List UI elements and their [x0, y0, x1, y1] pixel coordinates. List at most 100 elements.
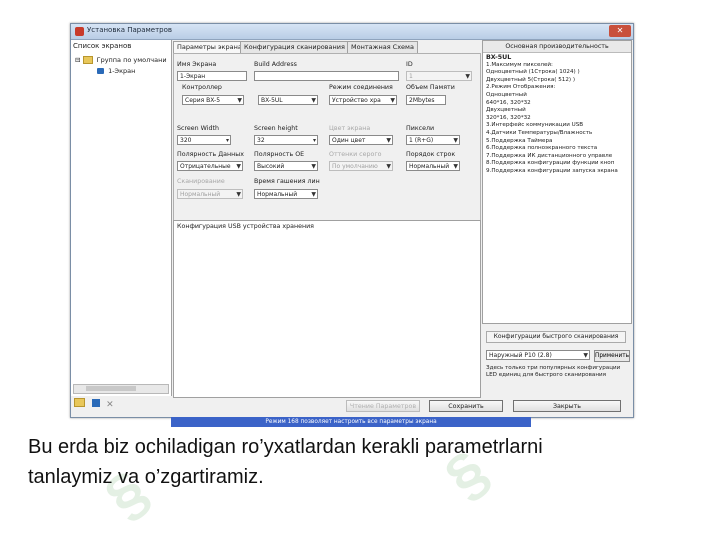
- title-bar: Установка Параметров ✕: [71, 24, 633, 40]
- row-order-label: Порядок строк: [406, 151, 456, 158]
- scan-extra-value: Нормальный: [180, 191, 221, 198]
- connection-mode-label: Режим соединения: [329, 84, 393, 91]
- status-bar: Режим 168 позволяет настроить все параме…: [171, 417, 531, 427]
- screen-width-value: 320: [180, 137, 192, 144]
- info-line: 8.Поддержка конфигурации функции кноп: [486, 160, 615, 167]
- save-button[interactable]: Сохранить: [429, 400, 503, 412]
- fast-scan-note: Здесь только три популярных конфигурации…: [486, 365, 621, 378]
- chevron-down-icon: ▼: [583, 352, 588, 359]
- screen-height-label: Screen height: [254, 125, 298, 132]
- apply-button[interactable]: Применить: [594, 350, 630, 362]
- oe-polarity-select[interactable]: Высокий ▼: [254, 161, 318, 171]
- chevron-down-icon: ▼: [237, 97, 242, 104]
- folder-icon: [82, 56, 93, 64]
- usb-config-panel: Конфигурация USB устройства хранения: [173, 220, 481, 398]
- tree-group-label: Группа по умолчани: [96, 56, 167, 64]
- slide-caption: Bu erda biz ochiladigan ro’yxatlardan ke…: [28, 432, 708, 492]
- fast-scan-select[interactable]: Наружный P10 (2.8) ▼: [486, 350, 590, 360]
- pixels-label: Пиксели: [406, 125, 435, 132]
- info-line: 5.Поддержка Таймера: [486, 137, 553, 144]
- settings-window: Установка Параметров ✕ Список экранов ⊟ …: [70, 23, 634, 427]
- info-line: Двухцветный 5(Строка( 512) ): [486, 76, 576, 83]
- data-polarity-select[interactable]: Отрицательные ▼: [177, 161, 243, 171]
- screen-params-panel: Имя Экрана 1-Экран Build Address ID 1 ▼ К…: [173, 53, 481, 221]
- tree-group-default[interactable]: ⊟ Группа по умолчани: [75, 56, 167, 64]
- gray-scale-select[interactable]: По умолчанию ▼: [329, 161, 393, 171]
- info-line: 4.Датчики Температуры/Влажность: [486, 129, 593, 136]
- spinner-icon[interactable]: ▾: [226, 136, 229, 144]
- memory-label: Объем Памяти: [406, 84, 455, 91]
- info-line: 2.Режим Отображения:: [486, 84, 556, 91]
- gray-scale-value: По умолчанию: [332, 163, 378, 170]
- fast-scan-title: Конфигурации быстрого сканирования: [486, 331, 626, 343]
- tree-screen-1[interactable]: 1-Экран: [97, 67, 135, 75]
- id-label: ID: [406, 61, 413, 68]
- screen-name-label: Имя Экрана: [177, 61, 217, 68]
- chevron-down-icon: ▼: [453, 163, 458, 170]
- info-line: 6.Поддержка полноэкранного текста: [486, 145, 598, 152]
- row-order-select[interactable]: Нормальный ▼: [406, 161, 460, 171]
- chevron-down-icon: ▼: [453, 137, 458, 144]
- controller-series-value: Серия BX-5: [185, 97, 221, 104]
- data-polarity-value: Отрицательные: [180, 163, 231, 170]
- tab-scan-config[interactable]: Конфигурация сканирования: [240, 41, 349, 53]
- id-value: 1: [409, 73, 413, 80]
- scan-extra-label: Сканирование: [177, 178, 225, 185]
- pixels-value: 1 (R+G): [409, 137, 434, 144]
- tab-wiring[interactable]: Монтажная Схема: [347, 41, 418, 53]
- performance-title: Основная производительность: [483, 41, 631, 53]
- connection-mode-value: Устройство хра: [332, 97, 381, 104]
- dim-time-label: Время гашения лин: [254, 178, 320, 185]
- build-address-label: Build Address: [254, 61, 297, 68]
- tree-expander[interactable]: ⊟: [75, 56, 80, 64]
- chevron-down-icon: ▼: [311, 191, 316, 198]
- oe-polarity-value: Высокий: [257, 163, 285, 170]
- dim-time-value: Нормальный: [257, 191, 298, 198]
- dialog-buttons: Чтение Параметров Сохранить Закрыть: [71, 398, 633, 416]
- controller-model-value: BX-5UL: [261, 97, 283, 104]
- gray-scale-label: Оттенки серого: [329, 151, 382, 158]
- app-icon: [75, 27, 84, 36]
- fast-scan-value: Наружный P10 (2.8): [489, 352, 552, 359]
- caption-line: Bu erda biz ochiladigan ro’yxatlardan ke…: [28, 436, 543, 458]
- id-select[interactable]: 1 ▼: [406, 71, 472, 81]
- color-type-value: Один цвет: [332, 137, 366, 144]
- dim-time-select[interactable]: Нормальный ▼: [254, 189, 318, 199]
- controller-label: Контроллер: [182, 84, 222, 91]
- color-type-label: Цвет экрана: [329, 125, 371, 132]
- screen-name-input[interactable]: 1-Экран: [177, 71, 247, 81]
- chevron-down-icon: ▼: [236, 191, 241, 198]
- chevron-down-icon: ▼: [311, 163, 316, 170]
- horizontal-scrollbar[interactable]: [73, 384, 169, 394]
- screen-width-input[interactable]: 320 ▾: [177, 135, 231, 145]
- info-line: 7.Поддержка ИК дистанционного управле: [486, 152, 613, 159]
- scrollbar-thumb[interactable]: [86, 386, 136, 391]
- spinner-icon[interactable]: ▾: [313, 136, 316, 144]
- controller-series-select[interactable]: Серия BX-5 ▼: [182, 95, 244, 105]
- chevron-down-icon: ▼: [465, 73, 470, 80]
- info-line: 3.Интерфейс коммуникации USB: [486, 122, 584, 129]
- close-button[interactable]: Закрыть: [513, 400, 621, 412]
- build-address-input[interactable]: [254, 71, 399, 81]
- controller-model-select[interactable]: BX-5UL ▼: [258, 95, 318, 105]
- row-order-value: Нормальный: [409, 163, 450, 170]
- performance-text: BX-5UL 1.Максимум пикселей: Одноцветный …: [486, 54, 618, 176]
- pixels-select[interactable]: 1 (R+G) ▼: [406, 135, 460, 145]
- close-window-button[interactable]: ✕: [609, 25, 631, 37]
- model-name: BX-5UL: [486, 54, 512, 61]
- data-polarity-label: Полярность Данных: [177, 151, 244, 158]
- color-type-select[interactable]: Один цвет ▼: [329, 135, 393, 145]
- connection-mode-select[interactable]: Устройство хра ▼: [329, 95, 397, 105]
- screen-width-label: Screen Width: [177, 125, 219, 132]
- memory-field: 2Mbytes: [406, 95, 446, 105]
- usb-config-title: Конфигурация USB устройства хранения: [177, 223, 314, 230]
- performance-panel: Основная производительность BX-5UL 1.Мак…: [482, 40, 632, 324]
- info-line: Одноцветный: [486, 91, 527, 98]
- read-params-button[interactable]: Чтение Параметров: [346, 400, 420, 412]
- scan-extra-select[interactable]: Нормальный ▼: [177, 189, 243, 199]
- chevron-down-icon: ▼: [311, 97, 316, 104]
- screen-icon: [97, 68, 104, 74]
- chevron-down-icon: ▼: [386, 137, 391, 144]
- screen-height-input[interactable]: 32 ▾: [254, 135, 318, 145]
- tab-screen-params[interactable]: Параметры экрана: [173, 41, 246, 53]
